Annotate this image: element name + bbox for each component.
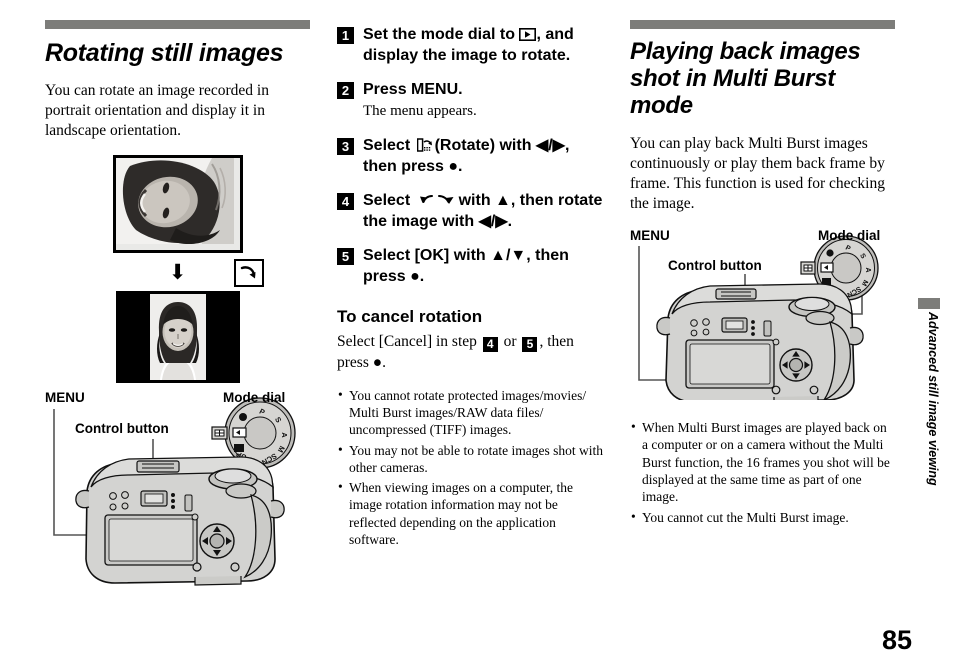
step-4: 4 Select with ▲, then rotate the image w… (337, 190, 605, 232)
label-menu-right: MENU (630, 228, 670, 244)
photo-after-rotation (115, 291, 240, 384)
right-notes-list: When Multi Burst images are played back … (630, 418, 895, 526)
step-text: Select with ▲, then rotate the image wit… (363, 190, 605, 232)
cancel-text-2: or (503, 333, 517, 351)
cancel-step-a-badge: 4 (482, 336, 498, 352)
section-rule-left (45, 20, 310, 29)
manual-page: Rotating still images You can rotate an … (0, 0, 954, 672)
step-badge: 1 (337, 27, 354, 44)
step-badge: 4 (337, 193, 354, 211)
step-badge: 2 (337, 82, 354, 100)
step-text-before: Press MENU. (363, 81, 463, 99)
step-text: Select (Rotate) with ◀/▶, then press ●. (363, 135, 605, 177)
right-intro-text: You can play back Multi Burst images con… (630, 134, 885, 213)
down-arrow-icon: ⬇ (168, 259, 187, 284)
photo-before-rotation (112, 155, 243, 254)
step-1: 1 Set the mode dial to , and display the… (337, 24, 605, 66)
left-camera-diagram: MENU Control button Mode dial P S A M SC… (45, 390, 310, 595)
step-2: 2 Press MENU. The menu appears. (337, 79, 605, 122)
svg-text:A: A (864, 268, 871, 273)
step-3: 3 Select (Rotate) with ◀/▶, then press ●… (337, 135, 605, 177)
cancel-step-b-badge: 5 (522, 336, 538, 352)
right-column: Playing back images shot in Multi Burst … (630, 0, 895, 529)
middle-notes-list: You cannot rotate protected images/movie… (337, 386, 605, 548)
playback-mode-icon (519, 28, 537, 41)
rotation-arrow-row: ⬇ (116, 259, 264, 288)
rotate-arrows-icon (418, 193, 456, 207)
left-section-title: Rotating still images (45, 39, 284, 67)
step-text-before: Set the mode dial to (363, 26, 516, 43)
step-5: 5 Select [OK] with ▲/▼, then press ●. (337, 245, 605, 287)
rotation-figure: ⬇ (45, 155, 310, 384)
left-column: Rotating still images You can rotate an … (45, 0, 310, 595)
label-control-button-left: Control button (75, 421, 169, 437)
cancel-rotation-heading: To cancel rotation (337, 307, 483, 327)
step-text: Select [OK] with ▲/▼, then press ●. (363, 247, 569, 286)
rotate-menu-icon (416, 138, 433, 153)
list-item: You may not be able to rotate images sho… (337, 441, 605, 477)
step-text: Press MENU. The menu appears. (363, 79, 477, 122)
step-text-before: Select (363, 136, 411, 154)
right-camera-diagram: MENU Control button Mode dial P S A M SC… (630, 228, 895, 407)
svg-text:A: A (280, 433, 289, 439)
middle-column: 1 Set the mode dial to , and display the… (337, 0, 605, 551)
list-item: You cannot rotate protected images/movie… (337, 386, 605, 439)
section-rule-right (630, 20, 895, 29)
cancel-text-1: Select [Cancel] in step (337, 333, 477, 351)
left-intro-text: You can rotate an image recorded in port… (45, 82, 269, 140)
page-number: 85 (881, 625, 912, 655)
rotate-clockwise-icon (233, 259, 264, 288)
label-mode-dial-right: Mode dial (818, 228, 881, 244)
step-subtext: The menu appears. (363, 103, 477, 120)
list-item: When viewing images on a computer, the i… (337, 478, 605, 548)
list-item: When Multi Burst images are played back … (630, 418, 895, 505)
side-tab-label: Advanced still image viewing (926, 312, 940, 486)
side-tab-bar (918, 298, 940, 309)
label-mode-dial-left: Mode dial (223, 390, 286, 406)
label-control-button-right: Control button (668, 258, 762, 274)
right-section-title: Playing back images shot in Multi Burst … (630, 38, 861, 119)
step-text: Set the mode dial to , and display the i… (363, 24, 605, 66)
list-item: You cannot cut the Multi Burst image. (630, 508, 895, 526)
cancel-rotation-text: Select [Cancel] in step 4 or 5, then pre… (337, 332, 605, 372)
label-menu-left: MENU (45, 390, 85, 406)
step-badge: 3 (337, 137, 354, 155)
step-text-before: Select (363, 192, 411, 210)
step-badge: 5 (337, 248, 354, 266)
